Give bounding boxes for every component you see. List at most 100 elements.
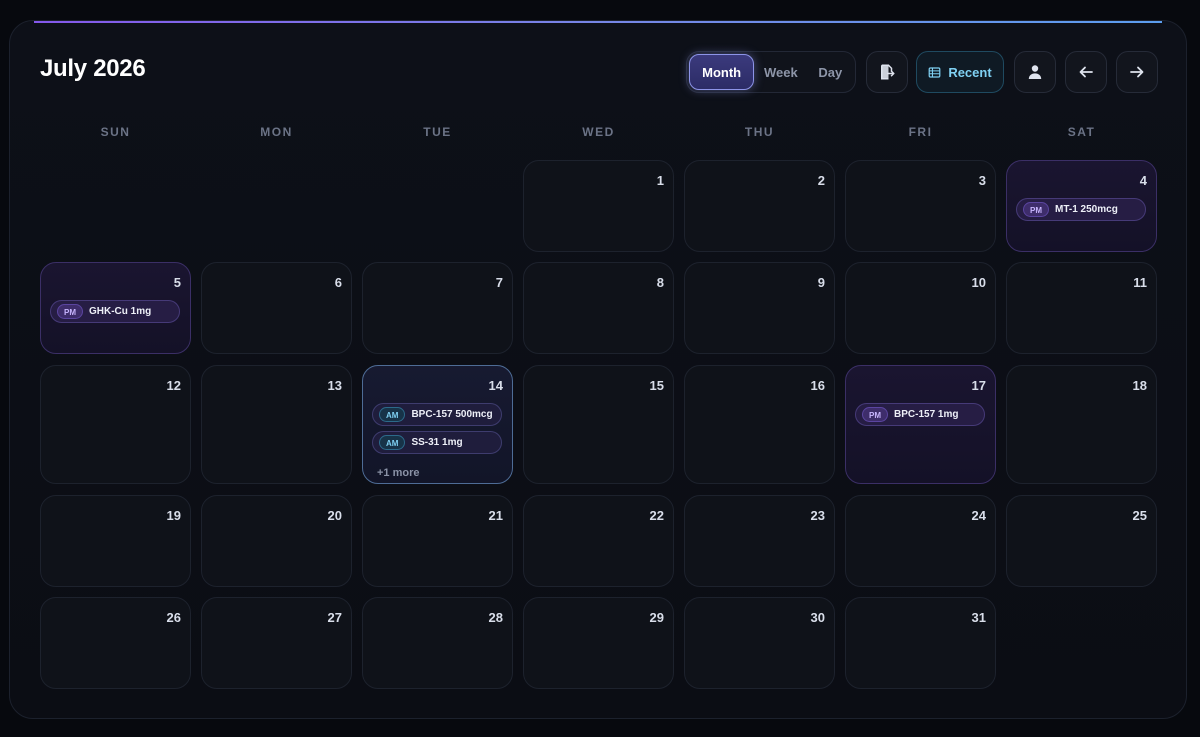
more-events-link[interactable]: +1 more bbox=[377, 467, 420, 479]
period-badge: AM bbox=[379, 435, 406, 450]
weekday-sun: SUN bbox=[100, 125, 131, 139]
profile-button[interactable] bbox=[1014, 51, 1056, 93]
event-chip[interactable]: AM SS-31 1mg bbox=[372, 431, 502, 454]
event-label: SS-31 1mg bbox=[411, 437, 463, 448]
weekday-header: SUN MON TUE WED THU FRI SAT bbox=[40, 125, 1158, 143]
day-number: 1 bbox=[656, 173, 664, 188]
period-badge: PM bbox=[862, 407, 888, 422]
event-chip[interactable]: PM GHK-Cu 1mg bbox=[50, 300, 180, 323]
day-cell-9[interactable]: 9 bbox=[684, 262, 835, 354]
day-cell-5[interactable]: 5 PM GHK-Cu 1mg bbox=[40, 262, 191, 354]
day-cell-13[interactable]: 13 bbox=[201, 365, 352, 484]
period-badge: AM bbox=[379, 407, 406, 422]
day-number: 25 bbox=[1132, 508, 1147, 523]
event-label: BPC-157 500mcg bbox=[411, 409, 493, 420]
day-number: 15 bbox=[649, 378, 664, 393]
view-month-button[interactable]: Month bbox=[689, 54, 755, 90]
day-number: 31 bbox=[971, 610, 986, 625]
day-number: 10 bbox=[971, 275, 986, 290]
event-label: MT-1 250mcg bbox=[1055, 204, 1118, 215]
day-number: 24 bbox=[971, 508, 986, 523]
day-number: 2 bbox=[817, 173, 825, 188]
day-cell-3[interactable]: 3 bbox=[845, 160, 996, 252]
view-mode-switcher: Month Week Day bbox=[686, 51, 856, 93]
event-chip[interactable]: PM MT-1 250mcg bbox=[1016, 198, 1146, 221]
day-cell-18[interactable]: 18 bbox=[1006, 365, 1157, 484]
day-number: 22 bbox=[649, 508, 664, 523]
day-cell-17[interactable]: 17 PM BPC-157 1mg bbox=[845, 365, 996, 484]
day-cell-10[interactable]: 10 bbox=[845, 262, 996, 354]
month-title: July 2026 bbox=[40, 55, 146, 82]
period-badge: PM bbox=[1023, 202, 1049, 217]
prev-month-button[interactable] bbox=[1065, 51, 1107, 93]
day-cell-29[interactable]: 29 bbox=[523, 597, 674, 689]
weekday-sat: SAT bbox=[1067, 125, 1096, 139]
recent-label: Recent bbox=[948, 64, 992, 80]
weekday-mon: MON bbox=[260, 125, 293, 139]
event-chip[interactable]: PM BPC-157 1mg bbox=[855, 403, 985, 426]
user-icon bbox=[1028, 65, 1042, 79]
day-number: 26 bbox=[166, 610, 181, 625]
day-number: 16 bbox=[810, 378, 825, 393]
day-number: 3 bbox=[978, 173, 986, 188]
next-month-button[interactable] bbox=[1116, 51, 1158, 93]
day-number: 17 bbox=[971, 378, 986, 393]
day-cell-26[interactable]: 26 bbox=[40, 597, 191, 689]
day-cell-16[interactable]: 16 bbox=[684, 365, 835, 484]
calendar-panel: July 2026 Month Week Day Recent SUN MON … bbox=[9, 20, 1187, 719]
day-cell-30[interactable]: 30 bbox=[684, 597, 835, 689]
day-cell-24[interactable]: 24 bbox=[845, 495, 996, 587]
day-cell-7[interactable]: 7 bbox=[362, 262, 513, 354]
period-badge: PM bbox=[57, 304, 83, 319]
export-button[interactable] bbox=[866, 51, 908, 93]
list-icon bbox=[928, 66, 941, 78]
day-cell-14[interactable]: 14 AM BPC-157 500mcg AM SS-31 1mg +1 more bbox=[362, 365, 513, 484]
event-chip[interactable]: AM BPC-157 500mcg bbox=[372, 403, 502, 426]
day-number: 30 bbox=[810, 610, 825, 625]
day-cell-11[interactable]: 11 bbox=[1006, 262, 1157, 354]
weekday-thu: THU bbox=[744, 125, 775, 139]
weekday-fri: FRI bbox=[908, 125, 933, 139]
day-cell-15[interactable]: 15 bbox=[523, 365, 674, 484]
day-cell-2[interactable]: 2 bbox=[684, 160, 835, 252]
day-number: 11 bbox=[1133, 275, 1147, 290]
day-cell-19[interactable]: 19 bbox=[40, 495, 191, 587]
day-cell-12[interactable]: 12 bbox=[40, 365, 191, 484]
day-cell-25[interactable]: 25 bbox=[1006, 495, 1157, 587]
day-number: 19 bbox=[166, 508, 181, 523]
day-number: 14 bbox=[488, 378, 503, 393]
recent-button[interactable]: Recent bbox=[916, 51, 1004, 93]
day-cell-20[interactable]: 20 bbox=[201, 495, 352, 587]
view-day-button[interactable]: Day bbox=[808, 54, 853, 90]
panel-accent-bar bbox=[34, 21, 1162, 23]
day-cell-6[interactable]: 6 bbox=[201, 262, 352, 354]
arrow-left-icon bbox=[1079, 66, 1093, 78]
day-number: 29 bbox=[649, 610, 664, 625]
day-number: 9 bbox=[817, 275, 825, 290]
day-cell-28[interactable]: 28 bbox=[362, 597, 513, 689]
event-label: BPC-157 1mg bbox=[894, 409, 959, 420]
day-number: 28 bbox=[488, 610, 503, 625]
day-number: 27 bbox=[327, 610, 342, 625]
day-cell-4[interactable]: 4 PM MT-1 250mcg bbox=[1006, 160, 1157, 252]
day-number: 7 bbox=[495, 275, 503, 290]
weekday-tue: TUE bbox=[423, 125, 452, 139]
event-label: GHK-Cu 1mg bbox=[89, 306, 152, 317]
day-number: 4 bbox=[1139, 173, 1147, 188]
day-number: 18 bbox=[1132, 378, 1147, 393]
export-icon bbox=[881, 64, 895, 80]
day-cell-21[interactable]: 21 bbox=[362, 495, 513, 587]
day-cell-31[interactable]: 31 bbox=[845, 597, 996, 689]
view-week-button[interactable]: Week bbox=[754, 54, 807, 90]
day-number: 6 bbox=[334, 275, 342, 290]
day-number: 21 bbox=[488, 508, 503, 523]
day-cell-27[interactable]: 27 bbox=[201, 597, 352, 689]
day-number: 13 bbox=[327, 378, 342, 393]
arrow-right-icon bbox=[1130, 66, 1144, 78]
day-cell-8[interactable]: 8 bbox=[523, 262, 674, 354]
weekday-wed: WED bbox=[582, 125, 615, 139]
day-cell-22[interactable]: 22 bbox=[523, 495, 674, 587]
day-number: 20 bbox=[327, 508, 342, 523]
day-cell-1[interactable]: 1 bbox=[523, 160, 674, 252]
day-cell-23[interactable]: 23 bbox=[684, 495, 835, 587]
